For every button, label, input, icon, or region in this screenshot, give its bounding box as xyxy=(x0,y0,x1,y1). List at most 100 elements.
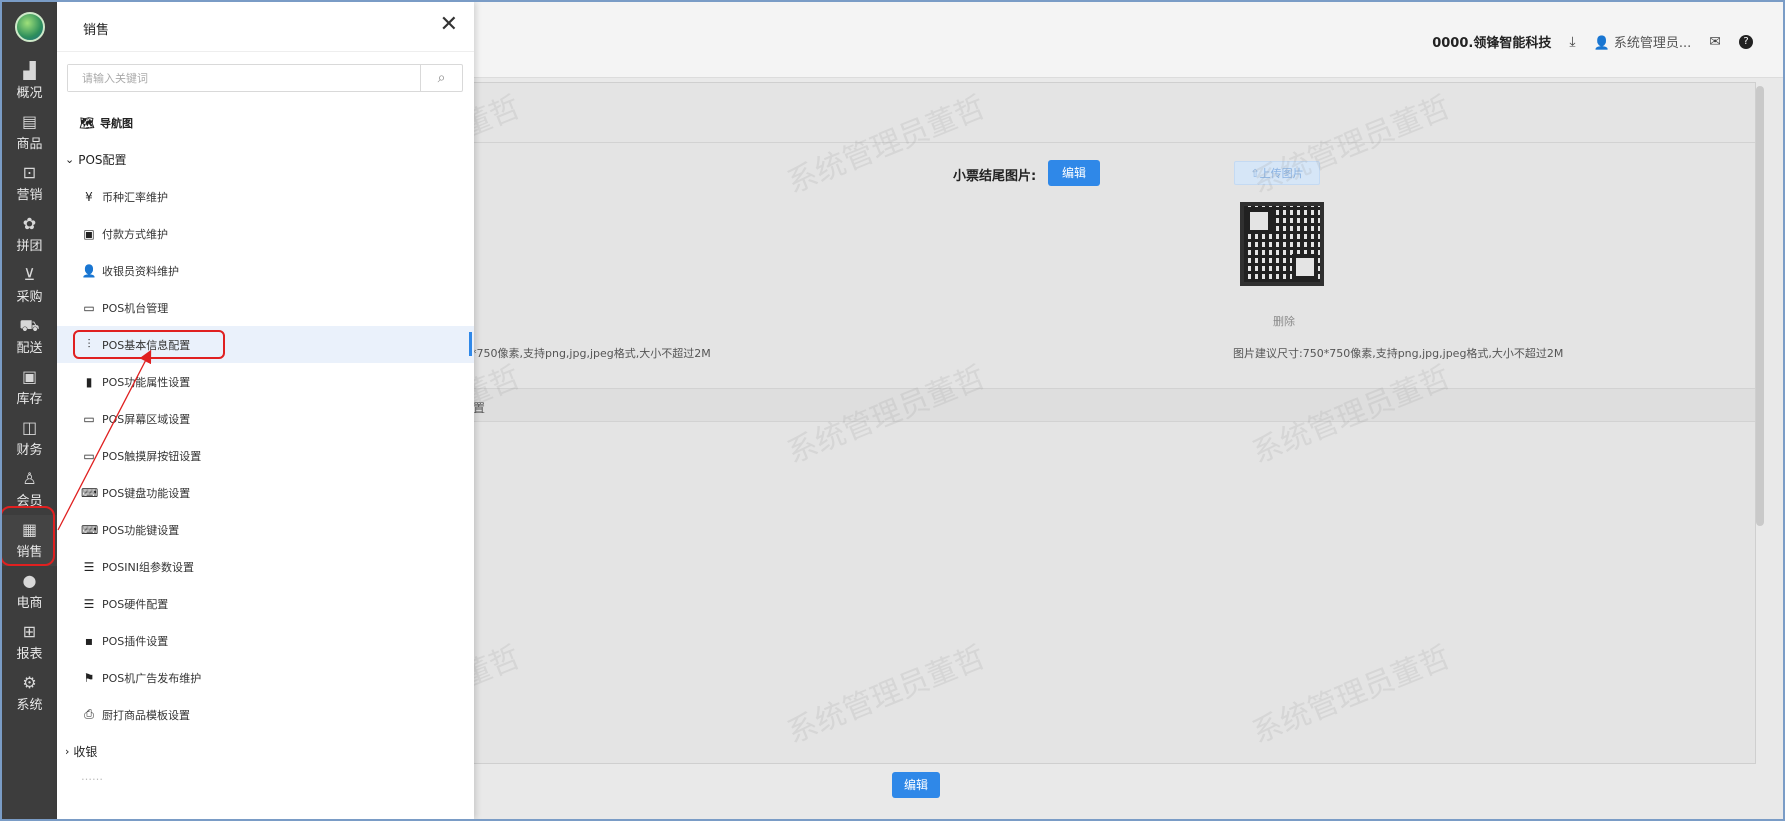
section-band: 置 xyxy=(471,388,1755,422)
faded-menu-row: …… xyxy=(81,770,103,783)
printer-icon: ⎙ xyxy=(84,707,94,721)
nav-item-label: 电商 xyxy=(16,596,43,611)
keyboard-icon: ⌨ xyxy=(81,485,99,500)
menu-item-8[interactable]: ⌨ POS键盘功能设置 xyxy=(57,474,474,511)
nav-item-7[interactable]: ◫ 财务 xyxy=(2,413,57,464)
menu-item-label: POS机台管理 xyxy=(102,301,169,315)
qr-code-image xyxy=(1240,202,1324,286)
cashier-icon: 👤 xyxy=(81,263,97,278)
menu-item-12[interactable]: ▪ POS插件设置 xyxy=(57,622,474,659)
nav-item-12[interactable]: ⚙ 系统 xyxy=(2,668,57,719)
menu-item-2[interactable]: 👤 收银员资料维护 xyxy=(57,252,474,289)
bottom-edit-wrap: 编辑 xyxy=(892,772,941,798)
user-menu[interactable]: 👤 系统管理员... xyxy=(1594,32,1692,51)
left-nav: ▟ 概况 ▤ 商品 ⊡ 营销 ✿ 拼团 ⊻ 采购 ⛟ 配送 ▣ 库存 ◫ 财务 ♙ 会员 ▦ 销售 ● 电商 ⊞ 报表 ⚙ 系统 xyxy=(2,2,57,819)
receipt-tail-label: 小票结尾图片: xyxy=(953,169,1037,184)
menu-item-label: POS基本信息配置 xyxy=(102,338,191,352)
nav-item-8[interactable]: ♙ 会员 xyxy=(2,464,57,515)
nav-item-label: 财务 xyxy=(16,443,43,458)
nav-item-label: 采购 xyxy=(16,290,43,305)
bottom-edit-button[interactable]: 编辑 xyxy=(892,772,941,798)
menu-item-label: POS键盘功能设置 xyxy=(102,486,191,500)
menu-item-7[interactable]: ▭ POS触摸屏按钮设置 xyxy=(57,437,474,474)
nav-item-2[interactable]: ⊡ 营销 xyxy=(2,158,57,209)
close-icon[interactable]: ✕ xyxy=(440,14,458,36)
nav-item-1[interactable]: ▤ 商品 xyxy=(2,107,57,158)
edit-button[interactable]: 编辑 xyxy=(1048,160,1101,186)
group-icon: ✿ xyxy=(22,214,37,233)
panel-header: 销售 ✕ xyxy=(57,2,474,52)
payment-icon: ▣ xyxy=(83,226,95,241)
menu-item-label: 收银员资料维护 xyxy=(102,264,179,278)
company-name[interactable]: 0000.领锋智能科技 xyxy=(1432,32,1551,51)
menu-item-5[interactable]: ▮ POS功能属性设置 xyxy=(57,363,474,400)
upload-image-button[interactable]: ⇧上传图片 xyxy=(1234,161,1320,185)
group-cashier[interactable]: › 收银 xyxy=(57,733,474,770)
sliders-icon: ⫶ xyxy=(87,337,91,351)
app-logo xyxy=(14,12,45,42)
menu-item-14[interactable]: ⎙ 厨打商品模板设置 xyxy=(57,696,474,733)
delete-link[interactable]: 删除 xyxy=(1273,313,1295,329)
menu-item-10[interactable]: ☰ POSINI组参数设置 xyxy=(57,548,474,585)
search-input[interactable] xyxy=(68,65,420,91)
document-icon: ▤ xyxy=(21,112,38,131)
menu-item-13[interactable]: ⚑ POS机广告发布维护 xyxy=(57,659,474,696)
settings-icon: ☰ xyxy=(83,596,95,611)
currency-icon: ¥ xyxy=(85,189,93,204)
menu-item-0[interactable]: ¥ 币种汇率维护 xyxy=(57,178,474,215)
menu-item-label: 币种汇率维护 xyxy=(102,190,168,204)
nav-item-label: 配送 xyxy=(16,341,43,356)
nav-item-label: 概况 xyxy=(16,86,43,101)
plugin-icon: ▪ xyxy=(84,633,94,648)
nav-item-label: 会员 xyxy=(16,494,43,509)
user-name: 系统管理员... xyxy=(1613,36,1692,51)
nav-item-5[interactable]: ⛟ 配送 xyxy=(2,311,57,362)
content-header xyxy=(471,83,1755,143)
menu-item-label: POS硬件配置 xyxy=(102,597,169,611)
menu-item-label: POS插件设置 xyxy=(102,634,169,648)
nav-map-item[interactable]: 🗺 导航图 xyxy=(57,104,474,141)
nav-item-6[interactable]: ▣ 库存 xyxy=(2,362,57,413)
mail-icon[interactable]: ✉ xyxy=(1709,34,1721,50)
menu-item-11[interactable]: ☰ POS硬件配置 xyxy=(57,585,474,622)
nav-item-4[interactable]: ⊻ 采购 xyxy=(2,260,57,311)
menu-item-1[interactable]: ▣ 付款方式维护 xyxy=(57,215,474,252)
search-icon[interactable]: ⌕ xyxy=(420,65,462,91)
user-icon: 👤 xyxy=(1593,36,1610,51)
nav-item-label: 销售 xyxy=(16,545,43,560)
download-icon[interactable]: ⤓ xyxy=(1569,34,1575,50)
nav-item-0[interactable]: ▟ 概况 xyxy=(2,56,57,107)
monitor-icon: ▭ xyxy=(83,448,95,463)
truck-icon: ⛟ xyxy=(19,316,40,335)
nav-item-label: 营销 xyxy=(16,188,43,203)
map-icon: 🗺 xyxy=(79,115,95,130)
menu-item-9[interactable]: ⌨ POS功能键设置 xyxy=(57,511,474,548)
menu-item-label: POS触摸屏按钮设置 xyxy=(102,449,202,463)
nav-item-9[interactable]: ▦ 销售 xyxy=(2,515,57,566)
group-pos-config[interactable]: ⌄ POS配置 xyxy=(57,141,474,178)
board-icon: ⊞ xyxy=(22,622,37,641)
nav-item-11[interactable]: ⊞ 报表 xyxy=(2,617,57,668)
bag-icon: ⊡ xyxy=(22,163,37,182)
scrollbar[interactable] xyxy=(1756,86,1764,526)
keyboard-icon: ⌨ xyxy=(81,522,99,537)
sales-menu-panel: 销售 ✕ ⌕ 🗺 导航图 ⌄ POS配置 ¥ 币种汇率维护 ▣ 付款方式维护 👤 收银员资… xyxy=(57,2,474,819)
menu-item-6[interactable]: ▭ POS屏幕区域设置 xyxy=(57,400,474,437)
menu-item-label: POS机广告发布维护 xyxy=(102,671,202,685)
monitor-icon: ▭ xyxy=(83,300,95,315)
nav-item-10[interactable]: ● 电商 xyxy=(2,566,57,617)
nav-item-3[interactable]: ✿ 拼团 xyxy=(2,209,57,260)
nav-map-label: 导航图 xyxy=(100,116,133,130)
nav-item-label: 拼团 xyxy=(16,239,43,254)
menu-item-3[interactable]: ▭ POS机台管理 xyxy=(57,289,474,326)
person-icon: ♙ xyxy=(22,469,37,488)
register-icon: ▦ xyxy=(21,520,38,539)
group-cashier-label: 收银 xyxy=(73,745,98,759)
group-pos-label: POS配置 xyxy=(78,153,127,167)
menu-item-label: POS功能属性设置 xyxy=(102,375,191,389)
nav-item-label: 商品 xyxy=(16,137,43,152)
box-icon: ▣ xyxy=(21,367,38,386)
chevron-down-icon: ⌄ xyxy=(65,153,75,166)
help-icon[interactable]: ? xyxy=(1739,34,1753,49)
menu-item-4[interactable]: ⫶ POS基本信息配置 xyxy=(57,326,474,363)
